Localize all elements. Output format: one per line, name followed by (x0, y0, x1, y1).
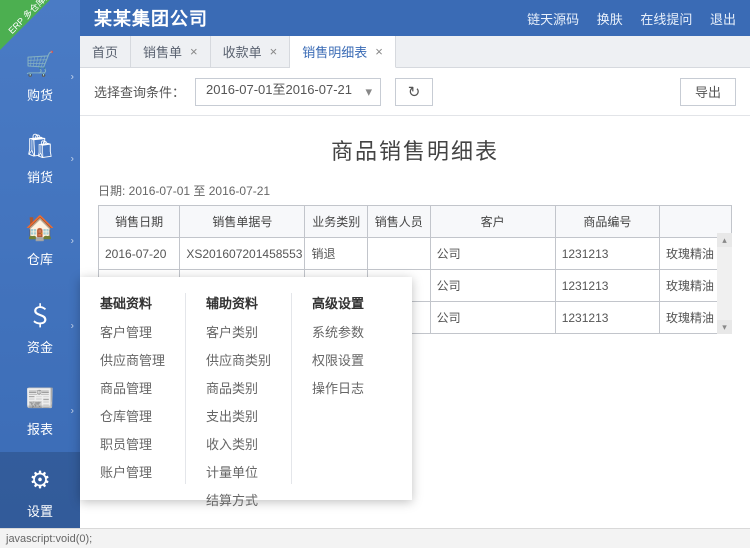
popup-menu-item[interactable]: 支出类别 (206, 406, 271, 425)
link-help[interactable]: 在线提问 (640, 12, 692, 27)
popup-menu-item[interactable]: 系统参数 (312, 322, 364, 341)
cart-icon: 🛍 (25, 132, 55, 161)
table-cell: 公司 (430, 270, 555, 302)
scroll-track[interactable] (717, 247, 732, 320)
tab-label: 销售明细表 (302, 42, 367, 61)
report-icon: 📰 (25, 384, 55, 413)
link-source[interactable]: 链天源码 (527, 12, 579, 27)
dollar-icon: ＄ (28, 296, 52, 331)
table-cell: XS201607201458553 (180, 238, 305, 270)
chevron-right-icon: › (71, 406, 74, 417)
header: 某某集团公司 链天源码 换肤 在线提问 退出 (80, 0, 750, 36)
settings-popup: 基础资料客户管理供应商管理商品管理仓库管理职员管理账户管理 辅助资料客户类别供应商… (80, 277, 412, 500)
popup-menu-item[interactable]: 计量单位 (206, 462, 271, 481)
col-biztype: 业务类别 (305, 206, 368, 238)
tab-sales-order[interactable]: 销售单 × (131, 36, 211, 67)
link-skin[interactable]: 换肤 (597, 12, 623, 27)
popup-menu-item[interactable]: 供应商管理 (100, 350, 165, 369)
popup-column-header: 基础资料 (100, 293, 165, 312)
scroll-down-icon[interactable]: ▾ (717, 320, 732, 334)
table-cell: 公司 (430, 238, 555, 270)
popup-column-header: 高级设置 (312, 293, 364, 312)
sidebar: 🛒 购货 › 🛍 销货 › 🏠 仓库 › ＄ 资金 › 📰 报表 › ⚙ 设置 (0, 0, 80, 548)
popup-menu-item[interactable]: 商品类别 (206, 378, 271, 397)
table-cell: 公司 (430, 302, 555, 334)
popup-menu-item[interactable]: 仓库管理 (100, 406, 165, 425)
sidebar-label: 购货 (27, 85, 53, 104)
table-cell (368, 238, 431, 270)
popup-menu-item[interactable]: 客户类别 (206, 322, 271, 341)
popup-menu-item[interactable]: 客户管理 (100, 322, 165, 341)
table-cell: 销退 (305, 238, 368, 270)
popup-menu-item[interactable]: 职员管理 (100, 434, 165, 453)
sidebar-label: 资金 (27, 337, 53, 356)
tab-label: 收款单 (223, 42, 262, 61)
sidebar-item-settings[interactable]: ⚙ 设置 (0, 452, 80, 534)
chevron-right-icon: › (71, 321, 74, 332)
popup-menu-item[interactable]: 收入类别 (206, 434, 271, 453)
popup-column-header: 辅助资料 (206, 293, 271, 312)
sidebar-item-finance[interactable]: ＄ 资金 › (0, 282, 80, 370)
tab-receipt[interactable]: 收款单 × (211, 36, 291, 67)
report-title: 商品销售明细表 (98, 134, 732, 166)
col-date: 销售日期 (99, 206, 180, 238)
sidebar-label: 销货 (27, 167, 53, 186)
popup-menu-item[interactable]: 操作日志 (312, 378, 364, 397)
col-salesman: 销售人员 (368, 206, 431, 238)
table-header-row: 销售日期 销售单据号 业务类别 销售人员 客户 商品编号 (99, 206, 732, 238)
toolbar: 选择查询条件： 2016-07-01至2016-07-21 ↻ 导出 (80, 68, 750, 116)
house-icon: 🏠 (25, 214, 55, 243)
refresh-button[interactable]: ↻ (395, 78, 433, 106)
chevron-right-icon: › (71, 72, 74, 83)
close-icon[interactable]: × (270, 44, 278, 59)
popup-menu-item[interactable]: 权限设置 (312, 350, 364, 369)
app-title: 某某集团公司 (94, 5, 513, 31)
status-bar: javascript:void(0); (0, 528, 750, 548)
popup-menu-item[interactable]: 结算方式 (206, 490, 271, 509)
popup-column: 高级设置系统参数权限设置操作日志 (292, 293, 384, 484)
table-cell: 2016-07-20 (99, 238, 180, 270)
sidebar-label: 报表 (27, 419, 53, 438)
gear-icon: ⚙ (29, 466, 51, 495)
popup-menu-item[interactable]: 供应商类别 (206, 350, 271, 369)
export-button[interactable]: 导出 (680, 78, 736, 106)
col-docno: 销售单据号 (180, 206, 305, 238)
report-date-range: 日期: 2016-07-01 至 2016-07-21 (98, 182, 732, 199)
table-cell: 1231213 (555, 238, 659, 270)
scroll-up-icon[interactable]: ▴ (717, 233, 732, 247)
chevron-right-icon: › (71, 236, 74, 247)
basket-icon: 🛒 (25, 50, 55, 79)
erp-corner-badge (0, 0, 50, 50)
col-productcode: 商品编号 (555, 206, 659, 238)
table-cell: 1231213 (555, 270, 659, 302)
sidebar-item-warehouse[interactable]: 🏠 仓库 › (0, 200, 80, 282)
close-icon[interactable]: × (375, 44, 383, 59)
close-icon[interactable]: × (190, 44, 198, 59)
tab-label: 首页 (92, 42, 118, 61)
sidebar-label: 仓库 (27, 249, 53, 268)
tab-bar: 首页 销售单 × 收款单 × 销售明细表 × (80, 36, 750, 68)
popup-column: 基础资料客户管理供应商管理商品管理仓库管理职员管理账户管理 (80, 293, 186, 484)
vertical-scrollbar[interactable]: ▴ ▾ (717, 233, 732, 334)
tab-label: 销售单 (143, 42, 182, 61)
popup-menu-item[interactable]: 商品管理 (100, 378, 165, 397)
table-row[interactable]: 2016-07-20XS201607201458553销退公司1231213玫瑰… (99, 238, 732, 270)
table-cell: 1231213 (555, 302, 659, 334)
sidebar-item-sales[interactable]: 🛍 销货 › (0, 118, 80, 200)
link-logout[interactable]: 退出 (710, 12, 736, 27)
tab-home[interactable]: 首页 (80, 36, 131, 67)
header-links: 链天源码 换肤 在线提问 退出 (513, 9, 736, 28)
sidebar-item-report[interactable]: 📰 报表 › (0, 370, 80, 452)
chevron-right-icon: › (71, 154, 74, 165)
popup-menu-item[interactable]: 账户管理 (100, 462, 165, 481)
col-customer: 客户 (430, 206, 555, 238)
filter-label: 选择查询条件： (94, 82, 185, 101)
sidebar-label: 设置 (27, 501, 53, 520)
refresh-icon: ↻ (408, 83, 421, 101)
date-range-select[interactable]: 2016-07-01至2016-07-21 (195, 78, 381, 106)
popup-column: 辅助资料客户类别供应商类别商品类别支出类别收入类别计量单位结算方式 (186, 293, 292, 484)
tab-sales-detail[interactable]: 销售明细表 × (290, 36, 396, 68)
